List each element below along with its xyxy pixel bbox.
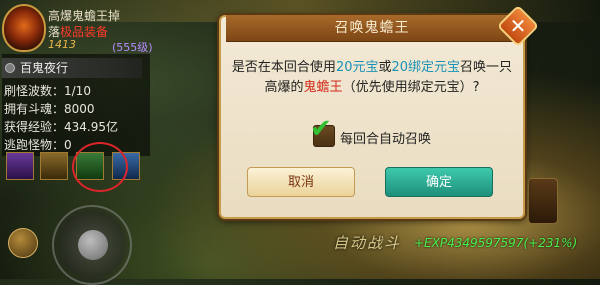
right-side-shortcut[interactable] [528, 178, 558, 224]
message-text: 召唤一只 [460, 60, 513, 75]
dialog-title: 召唤鬼蟾王 [334, 20, 410, 36]
message-bound-yuanbao-cost: 20绑定元宝 [391, 60, 461, 75]
close-icon[interactable]: ✕ [503, 11, 533, 41]
stat-soul: 拥有斗魂：8000 [4, 102, 95, 116]
stat-escaped: 逃跑怪物：0 [4, 138, 72, 152]
message-text: 高爆的 [264, 80, 304, 95]
event-panel-title: 百鬼夜行 [20, 61, 69, 75]
auto-fight-label[interactable]: 自动战斗 [333, 232, 401, 253]
message-boss-name: 鬼蟾王 [303, 80, 343, 95]
boss-score: 1413 [48, 38, 76, 51]
boss-level: (555级) [112, 41, 153, 54]
auto-summon-label[interactable]: 每回合自动召唤 [340, 128, 431, 147]
message-yuanbao-cost: 20元宝 [335, 60, 379, 75]
dialog-message: 是否在本回合使用20元宝或20绑定元宝召唤一只 高爆的鬼蟾王（优先使用绑定元宝）… [230, 58, 514, 98]
stat-exp: 获得经验：434.95亿 [4, 120, 118, 134]
cancel-button[interactable]: 取消 [247, 167, 355, 197]
message-text: 或 [378, 60, 392, 75]
skill-slot-2[interactable] [40, 152, 68, 180]
joystick-knob[interactable] [78, 230, 108, 260]
checkmark-icon[interactable]: ✔ [310, 116, 332, 142]
confirm-button[interactable]: 确定 [385, 167, 493, 197]
boss-drop-text-line1: 高爆鬼蟾王掉 [48, 9, 121, 23]
stat-wave: 刷怪波数：1/10 [4, 84, 91, 98]
highlight-ring [72, 142, 128, 192]
menu-round-button[interactable] [8, 228, 38, 258]
message-text: 是否在本回合使用 [231, 60, 336, 75]
boss-emblem-icon[interactable] [2, 4, 46, 52]
boss-drop-prefix: 落 [48, 25, 61, 39]
collapse-toggle-icon[interactable] [5, 63, 15, 73]
exp-gain-text: +EXP4349597597(+231%) [414, 236, 578, 250]
skill-slot-1[interactable] [6, 152, 34, 180]
boss-drop-highlight: 极品装备 [60, 25, 109, 39]
event-panel-header[interactable]: 百鬼夜行 [2, 58, 142, 78]
message-text: （优先使用绑定元宝）? [342, 80, 480, 95]
